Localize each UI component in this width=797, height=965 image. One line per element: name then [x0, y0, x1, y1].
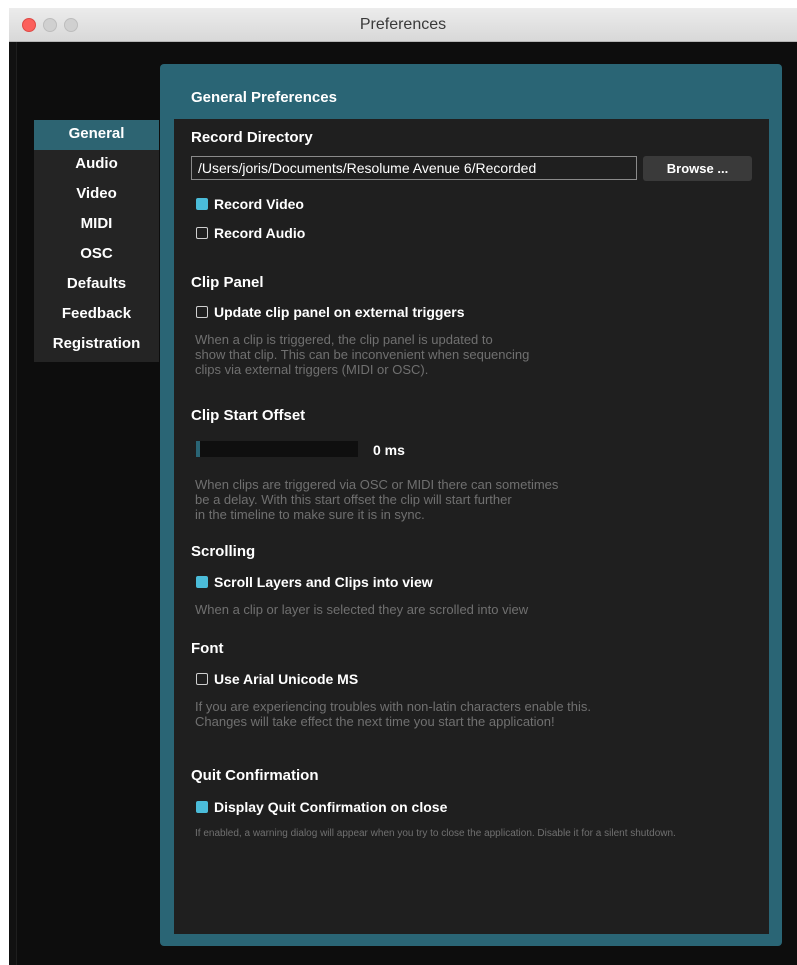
clip-start-desc-line: When clips are triggered via OSC or MIDI…	[195, 477, 559, 492]
quit-confirmation-checkbox[interactable]	[196, 801, 208, 813]
use-arial-unicode-option[interactable]: Use Arial Unicode MS	[196, 671, 358, 687]
clip-panel-description: When a clip is triggered, the clip panel…	[195, 332, 529, 377]
scroll-into-view-label: Scroll Layers and Clips into view	[214, 574, 433, 590]
record-video-checkbox[interactable]	[196, 198, 208, 210]
sidebar-item-defaults[interactable]: Defaults	[34, 270, 159, 300]
panel-title: General Preferences	[191, 89, 337, 106]
use-arial-unicode-label: Use Arial Unicode MS	[214, 671, 359, 687]
preferences-sidebar: General Audio Video MIDI OSC Defaults Fe…	[34, 120, 159, 362]
update-clip-panel-label: Update clip panel on external triggers	[214, 304, 465, 320]
clip-start-offset-description: When clips are triggered via OSC or MIDI…	[195, 477, 558, 522]
preferences-window: Preferences General Audio Video MIDI OSC…	[9, 8, 797, 965]
sidebar-item-general[interactable]: General	[34, 120, 159, 150]
sidebar-item-feedback[interactable]: Feedback	[34, 300, 159, 330]
quit-confirmation-label: Display Quit Confirmation on close	[214, 799, 448, 815]
clip-start-desc-line: in the timeline to make sure it is in sy…	[195, 507, 425, 522]
font-desc-line: If you are experiencing troubles with no…	[195, 699, 591, 714]
sidebar-item-midi[interactable]: MIDI	[34, 210, 159, 240]
browse-button[interactable]: Browse ...	[643, 156, 752, 181]
record-directory-input[interactable]: /Users/joris/Documents/Resolume Avenue 6…	[191, 156, 637, 180]
record-audio-option[interactable]: Record Audio	[196, 225, 305, 241]
clip-panel-desc-line: show that clip. This can be inconvenient…	[195, 347, 530, 362]
quit-confirmation-description: If enabled, a warning dialog will appear…	[195, 828, 676, 839]
window-title: Preferences	[359, 16, 447, 33]
scroll-into-view-option[interactable]: Scroll Layers and Clips into view	[196, 574, 433, 590]
font-desc-line: Changes will take effect the next time y…	[195, 714, 555, 729]
clip-panel-desc-line: clips via external triggers (MIDI or OSC…	[195, 362, 429, 377]
record-video-label: Record Video	[214, 196, 304, 212]
general-preferences-panel: General Preferences Record Directory /Us…	[160, 64, 782, 946]
record-directory-heading: Record Directory	[191, 129, 313, 146]
slider-handle[interactable]	[196, 441, 200, 457]
record-video-option[interactable]: Record Video	[196, 196, 304, 212]
use-arial-unicode-checkbox[interactable]	[196, 673, 208, 685]
update-clip-panel-option[interactable]: Update clip panel on external triggers	[196, 304, 465, 320]
background-panel-edge	[9, 42, 17, 965]
quit-confirmation-heading: Quit Confirmation	[191, 767, 319, 784]
clip-start-offset-slider[interactable]	[196, 441, 358, 457]
sidebar-item-osc[interactable]: OSC	[34, 240, 159, 270]
clip-start-desc-line: be a delay. With this start offset the c…	[195, 492, 512, 507]
sidebar-item-video[interactable]: Video	[34, 180, 159, 210]
record-audio-checkbox[interactable]	[196, 227, 208, 239]
clip-start-offset-value: 0 ms	[373, 442, 405, 458]
font-description: If you are experiencing troubles with no…	[195, 699, 591, 729]
settings-content: Record Directory /Users/joris/Documents/…	[174, 119, 769, 934]
clip-start-offset-heading: Clip Start Offset	[191, 407, 306, 424]
clip-panel-desc-line: When a clip is triggered, the clip panel…	[195, 332, 493, 347]
scrolling-heading: Scrolling	[191, 543, 256, 560]
quit-confirmation-option[interactable]: Display Quit Confirmation on close	[196, 799, 447, 815]
sidebar-item-audio[interactable]: Audio	[34, 150, 159, 180]
record-audio-label: Record Audio	[214, 225, 306, 241]
scrolling-description: When a clip or layer is selected they ar…	[195, 602, 529, 617]
title-bar[interactable]: Preferences	[9, 8, 797, 42]
clip-panel-heading: Clip Panel	[191, 274, 264, 291]
font-heading: Font	[191, 640, 224, 657]
sidebar-item-registration[interactable]: Registration	[34, 330, 159, 360]
update-clip-panel-checkbox[interactable]	[196, 306, 208, 318]
scroll-into-view-checkbox[interactable]	[196, 576, 208, 588]
